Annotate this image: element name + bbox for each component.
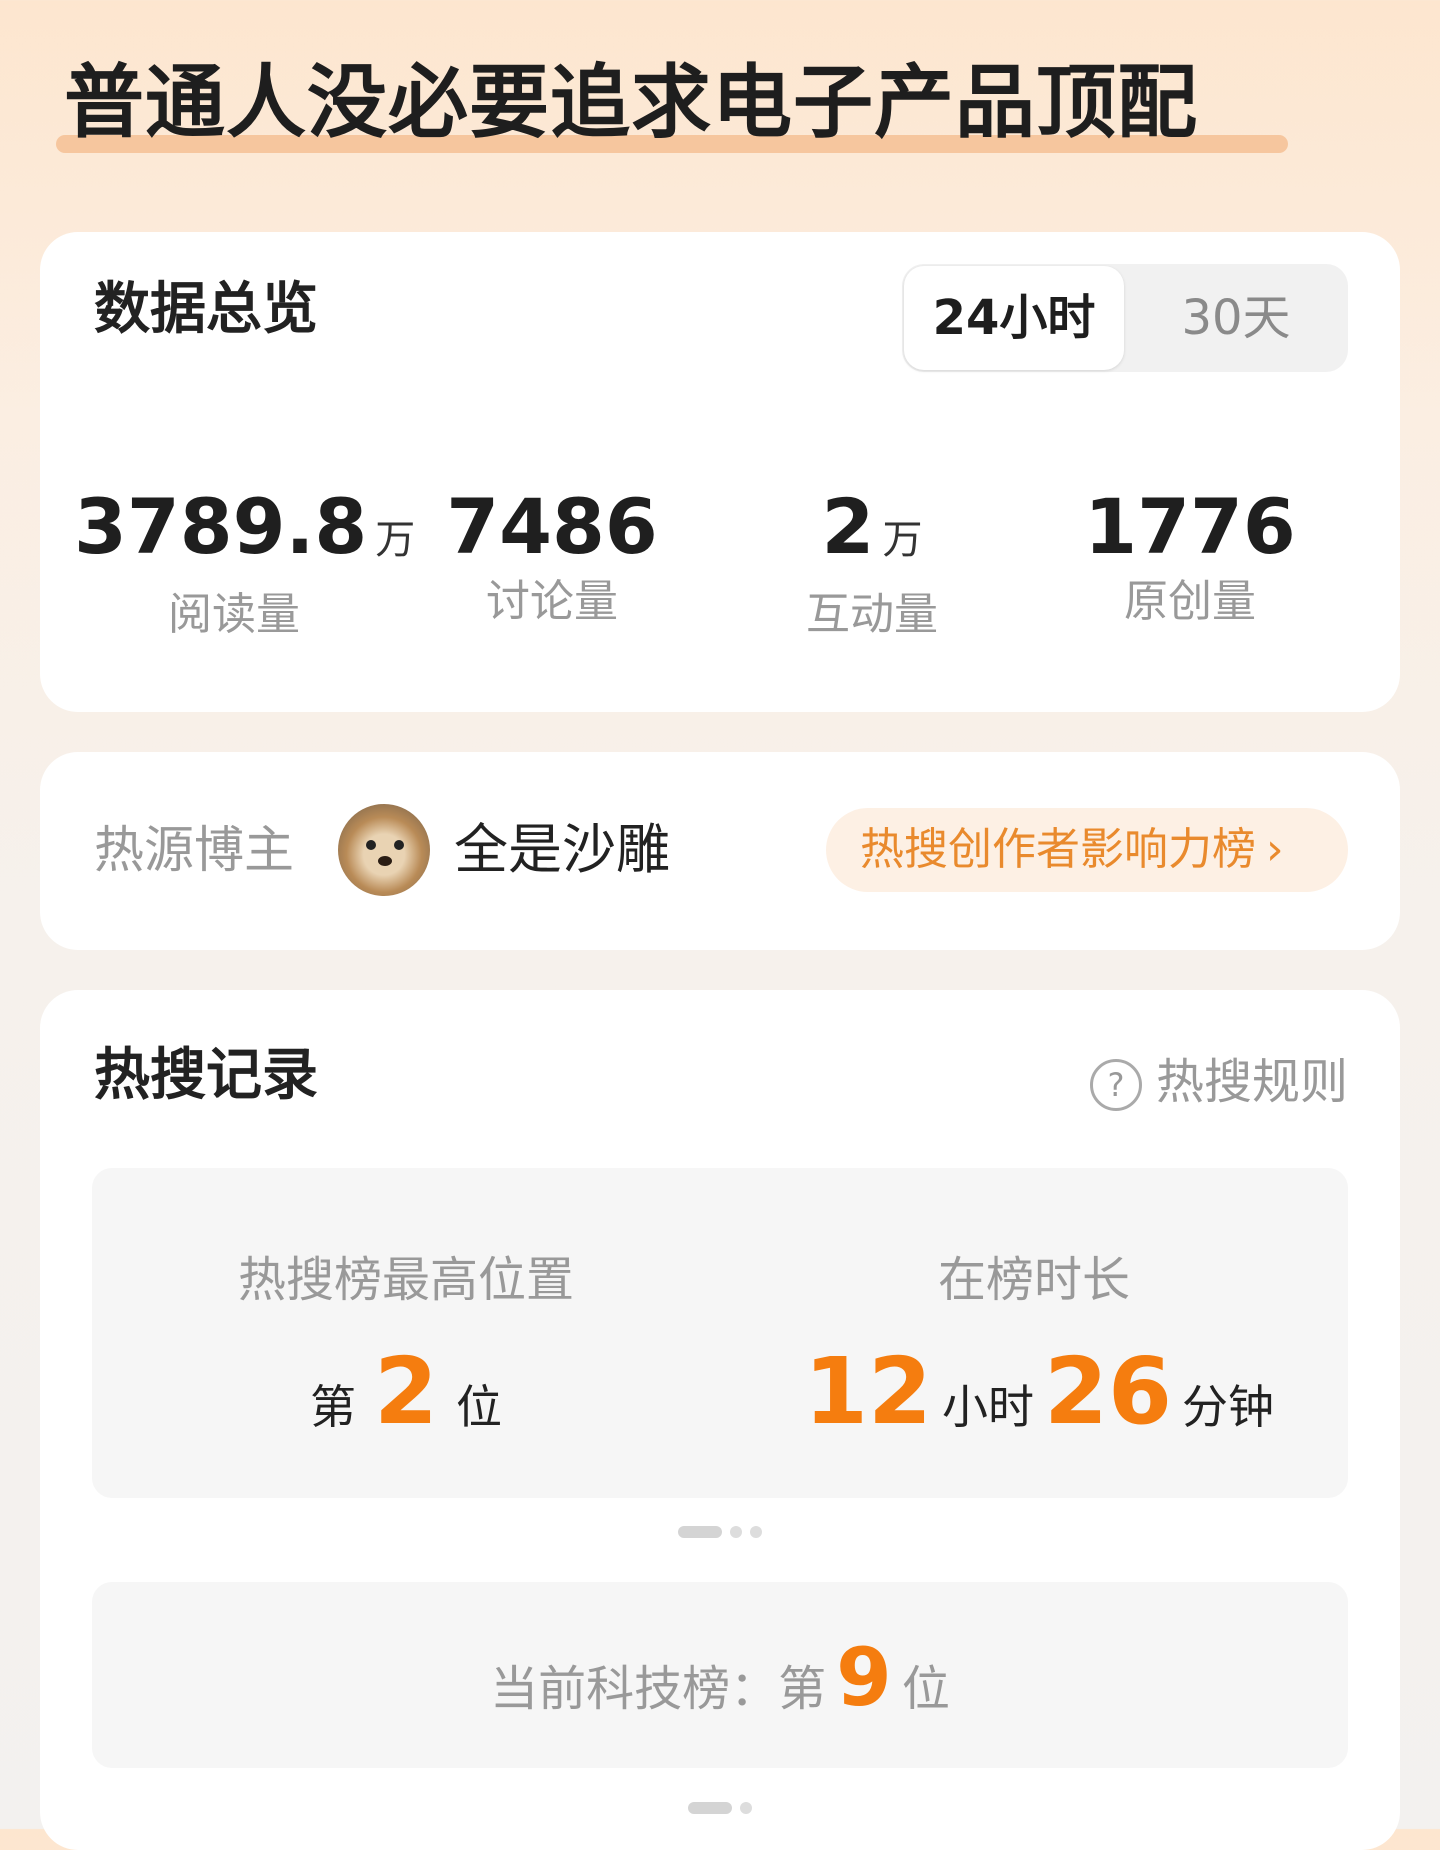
stat-discussions: 7486 讨论量 [392,482,712,632]
help-icon: ? [1090,1059,1142,1111]
chevron-right-icon: › [1266,824,1284,875]
tab-24h[interactable]: 24小时 [904,266,1124,370]
highest-label: 热搜榜最高位置 [237,1252,574,1308]
stat-label: 讨论量 [486,576,618,627]
pager-dot[interactable] [750,1525,762,1538]
pager-dot[interactable] [730,1525,742,1538]
rules-link[interactable]: ? 热搜规则 [1090,1050,1348,1114]
time-on-list: 在榜时长 12 小时 26 分钟 [720,1248,1348,1468]
stat-interactions: 2万 互动量 [712,482,1032,645]
highest-position: 热搜榜最高位置 第2位 [92,1248,720,1468]
blogger-label: 热源博主 [94,821,294,879]
influence-ranking-link[interactable]: 热搜创作者影响力榜 › [826,808,1348,892]
hot-search-record-card: 热搜记录 ? 热搜规则 热搜榜最高位置 第2位 在榜时长 12 小时 26 分钟 当前科… [40,990,1400,1850]
avatar[interactable] [338,804,430,896]
ranking-panel: 热搜榜最高位置 第2位 在榜时长 12 小时 26 分钟 [92,1168,1348,1498]
stat-label: 阅读量 [168,589,300,640]
highest-value: 第2位 [309,1338,502,1445]
stat-reads: 3789.8 万 阅读量 [74,482,416,645]
stat-original: 1776 原创量 [1030,482,1350,632]
overview-title: 数据总览 [94,277,318,342]
stat-value: 3789.8 万 [74,482,416,571]
pager-dots-secondary [40,1797,1400,1814]
stat-value: 1776 [1084,482,1296,571]
pager-dot-active[interactable] [688,1801,732,1814]
overview-card: 数据总览 24小时 30天 3789.8 万 阅读量 7486 讨论量 2万 互动… [40,232,1400,712]
stat-label: 原创量 [1124,576,1256,627]
page-title: 普通人没必要追求电子产品顶配 [64,56,1198,149]
stat-value: 7486 [446,482,658,571]
rules-label: 热搜规则 [1156,1054,1349,1110]
topic-header: 普通人没必要追求电子产品顶配 [52,40,1292,170]
pager-dot[interactable] [740,1801,752,1814]
time-range-toggle: 24小时 30天 [902,264,1348,372]
record-title: 热搜记录 [94,1043,318,1108]
stat-value: 2万 [821,482,923,571]
tech-ranking-panel: 当前科技榜：第 9 位 [92,1582,1348,1768]
duration-value: 12 小时 26 分钟 [803,1338,1275,1445]
pager-dot-active[interactable] [678,1525,722,1538]
influence-link-label: 热搜创作者影响力榜 [860,824,1256,875]
duration-label: 在榜时长 [937,1252,1130,1308]
blogger-card: 热源博主 全是沙雕 热搜创作者影响力榜 › [40,752,1400,950]
stat-label: 互动量 [806,589,938,640]
tech-ranking: 当前科技榜：第 9 位 [490,1631,950,1724]
blogger-name[interactable]: 全是沙雕 [454,818,670,882]
pager-dots [40,1521,1400,1538]
tab-30d[interactable]: 30天 [1126,266,1346,370]
